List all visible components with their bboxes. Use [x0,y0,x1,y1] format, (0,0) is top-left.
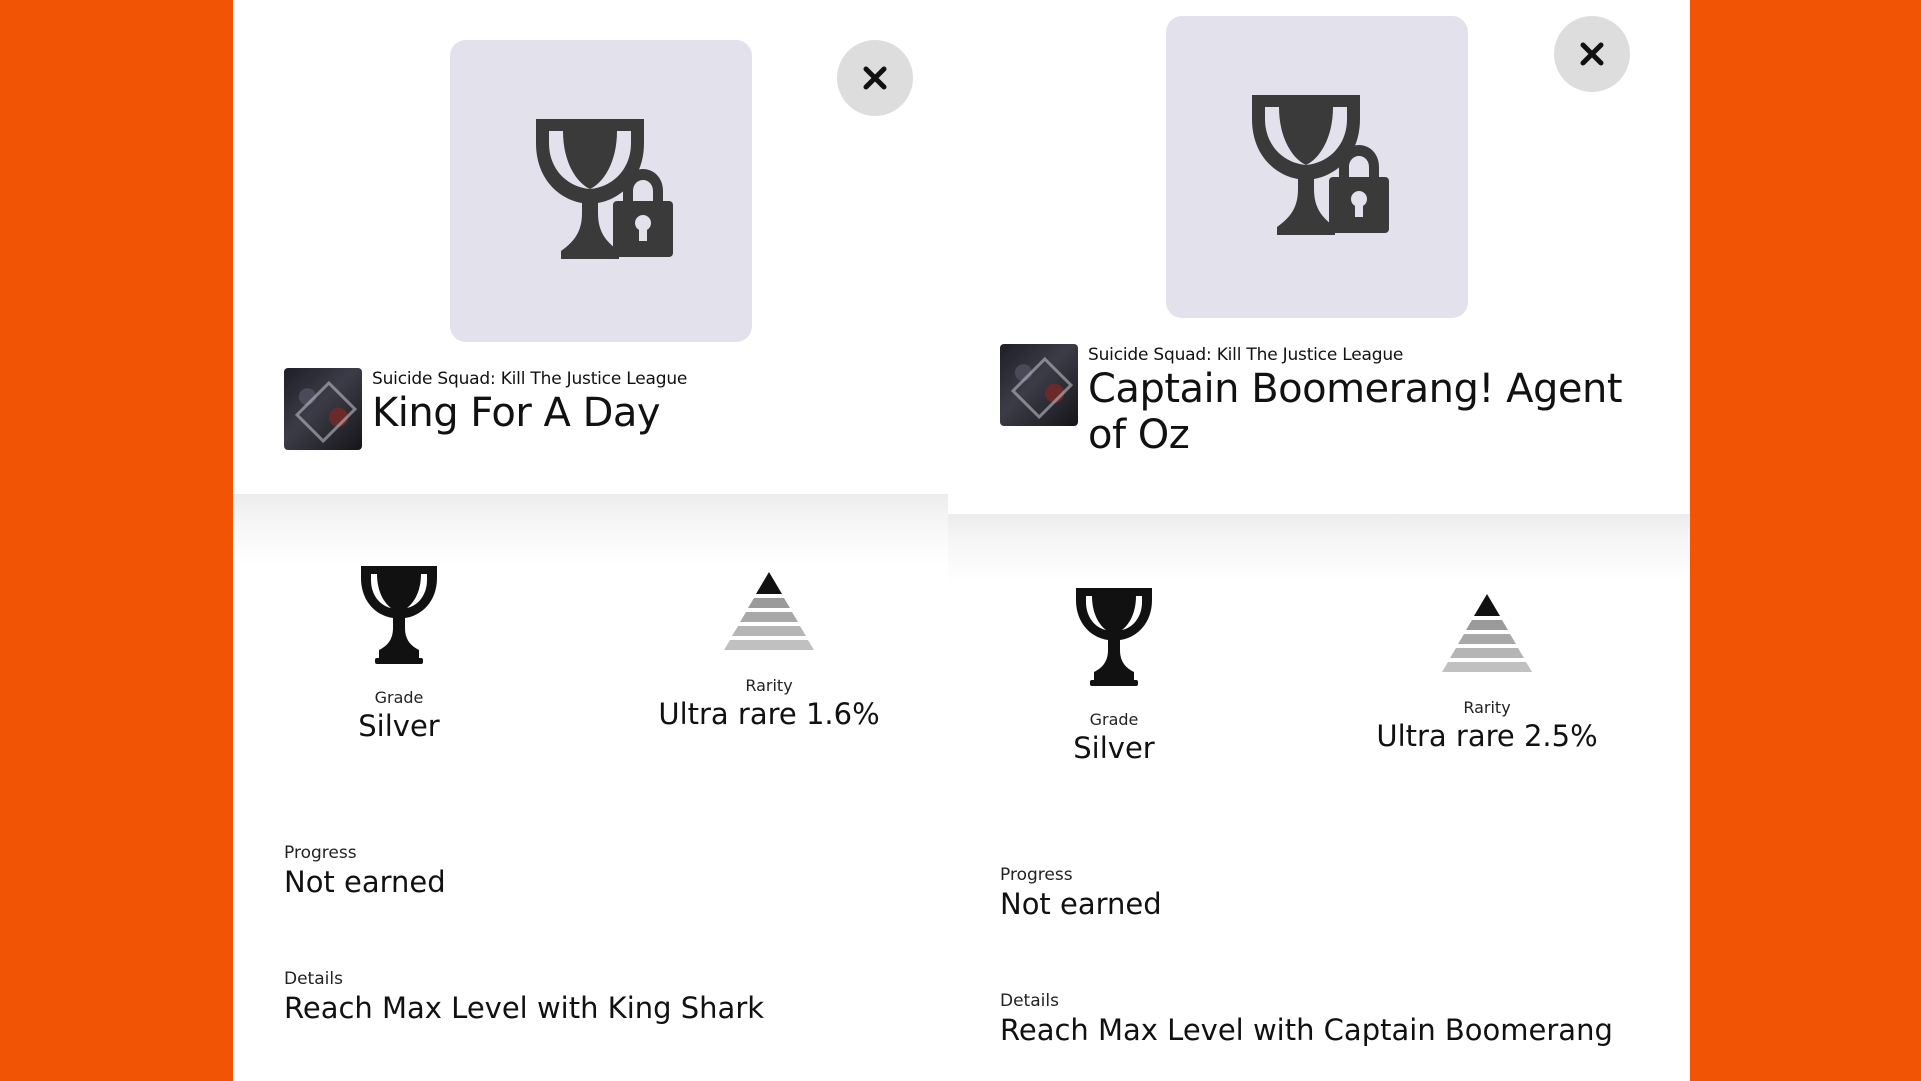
trophy-icon [1076,588,1152,686]
details-section: Details Reach Max Level with Captain Boo… [1000,990,1613,1048]
game-avatar [284,368,362,450]
close-icon [1580,42,1604,66]
details-label: Details [284,969,343,989]
trophy-locked-icon [1252,95,1389,235]
grade-stat: Grade Silver [1034,584,1194,766]
grade-value: Silver [358,709,440,743]
grade-label: Grade [374,688,424,707]
rarity-stat: Rarity Ultra rare 2.5% [1352,592,1622,754]
close-button[interactable] [837,40,913,116]
trophy-detail-panel-captain-boomerang: Suicide Squad: Kill The Justice League C… [948,0,1690,1081]
trophy-title-row: Suicide Squad: Kill The Justice League C… [1000,344,1648,458]
header-divider [948,514,1690,584]
progress-value: Not earned [284,865,446,899]
grade-stat: Grade Silver [319,562,479,744]
game-name: Suicide Squad: Kill The Justice League [1088,345,1404,365]
rarity-label: Rarity [1463,698,1511,717]
game-avatar [1000,344,1078,426]
close-icon [863,66,887,90]
grade-label: Grade [1089,710,1139,729]
details-value: Reach Max Level with King Shark [284,991,765,1025]
details-section: Details Reach Max Level with King Shark [284,968,764,1026]
rarity-value: Ultra rare 2.5% [1376,719,1598,753]
header-divider [233,494,948,564]
trophy-locked-icon [536,119,673,259]
details-value: Reach Max Level with Captain Boomerang [1000,1013,1613,1047]
grade-value: Silver [1073,731,1155,765]
details-label: Details [1000,991,1059,1011]
rarity-pyramid-icon [724,572,814,650]
trophy-art [450,40,752,342]
progress-section: Progress Not earned [1000,864,1162,922]
trophy-name: King For A Day [372,390,661,436]
trophy-title-row: Suicide Squad: Kill The Justice League K… [284,368,687,450]
trophy-name: Captain Boomerang! Agent of Oz [1088,366,1623,458]
game-name: Suicide Squad: Kill The Justice League [372,369,688,389]
trophy-detail-panel-king-for-a-day: Suicide Squad: Kill The Justice League K… [233,0,948,1081]
rarity-label: Rarity [745,676,793,695]
close-button[interactable] [1554,16,1630,92]
rarity-pyramid-icon [1442,594,1532,672]
trophy-icon [361,566,437,664]
trophy-art [1166,16,1468,318]
progress-label: Progress [1000,865,1073,885]
progress-label: Progress [284,843,357,863]
progress-value: Not earned [1000,887,1162,921]
progress-section: Progress Not earned [284,842,446,900]
rarity-stat: Rarity Ultra rare 1.6% [639,570,899,732]
rarity-value: Ultra rare 1.6% [658,697,880,731]
